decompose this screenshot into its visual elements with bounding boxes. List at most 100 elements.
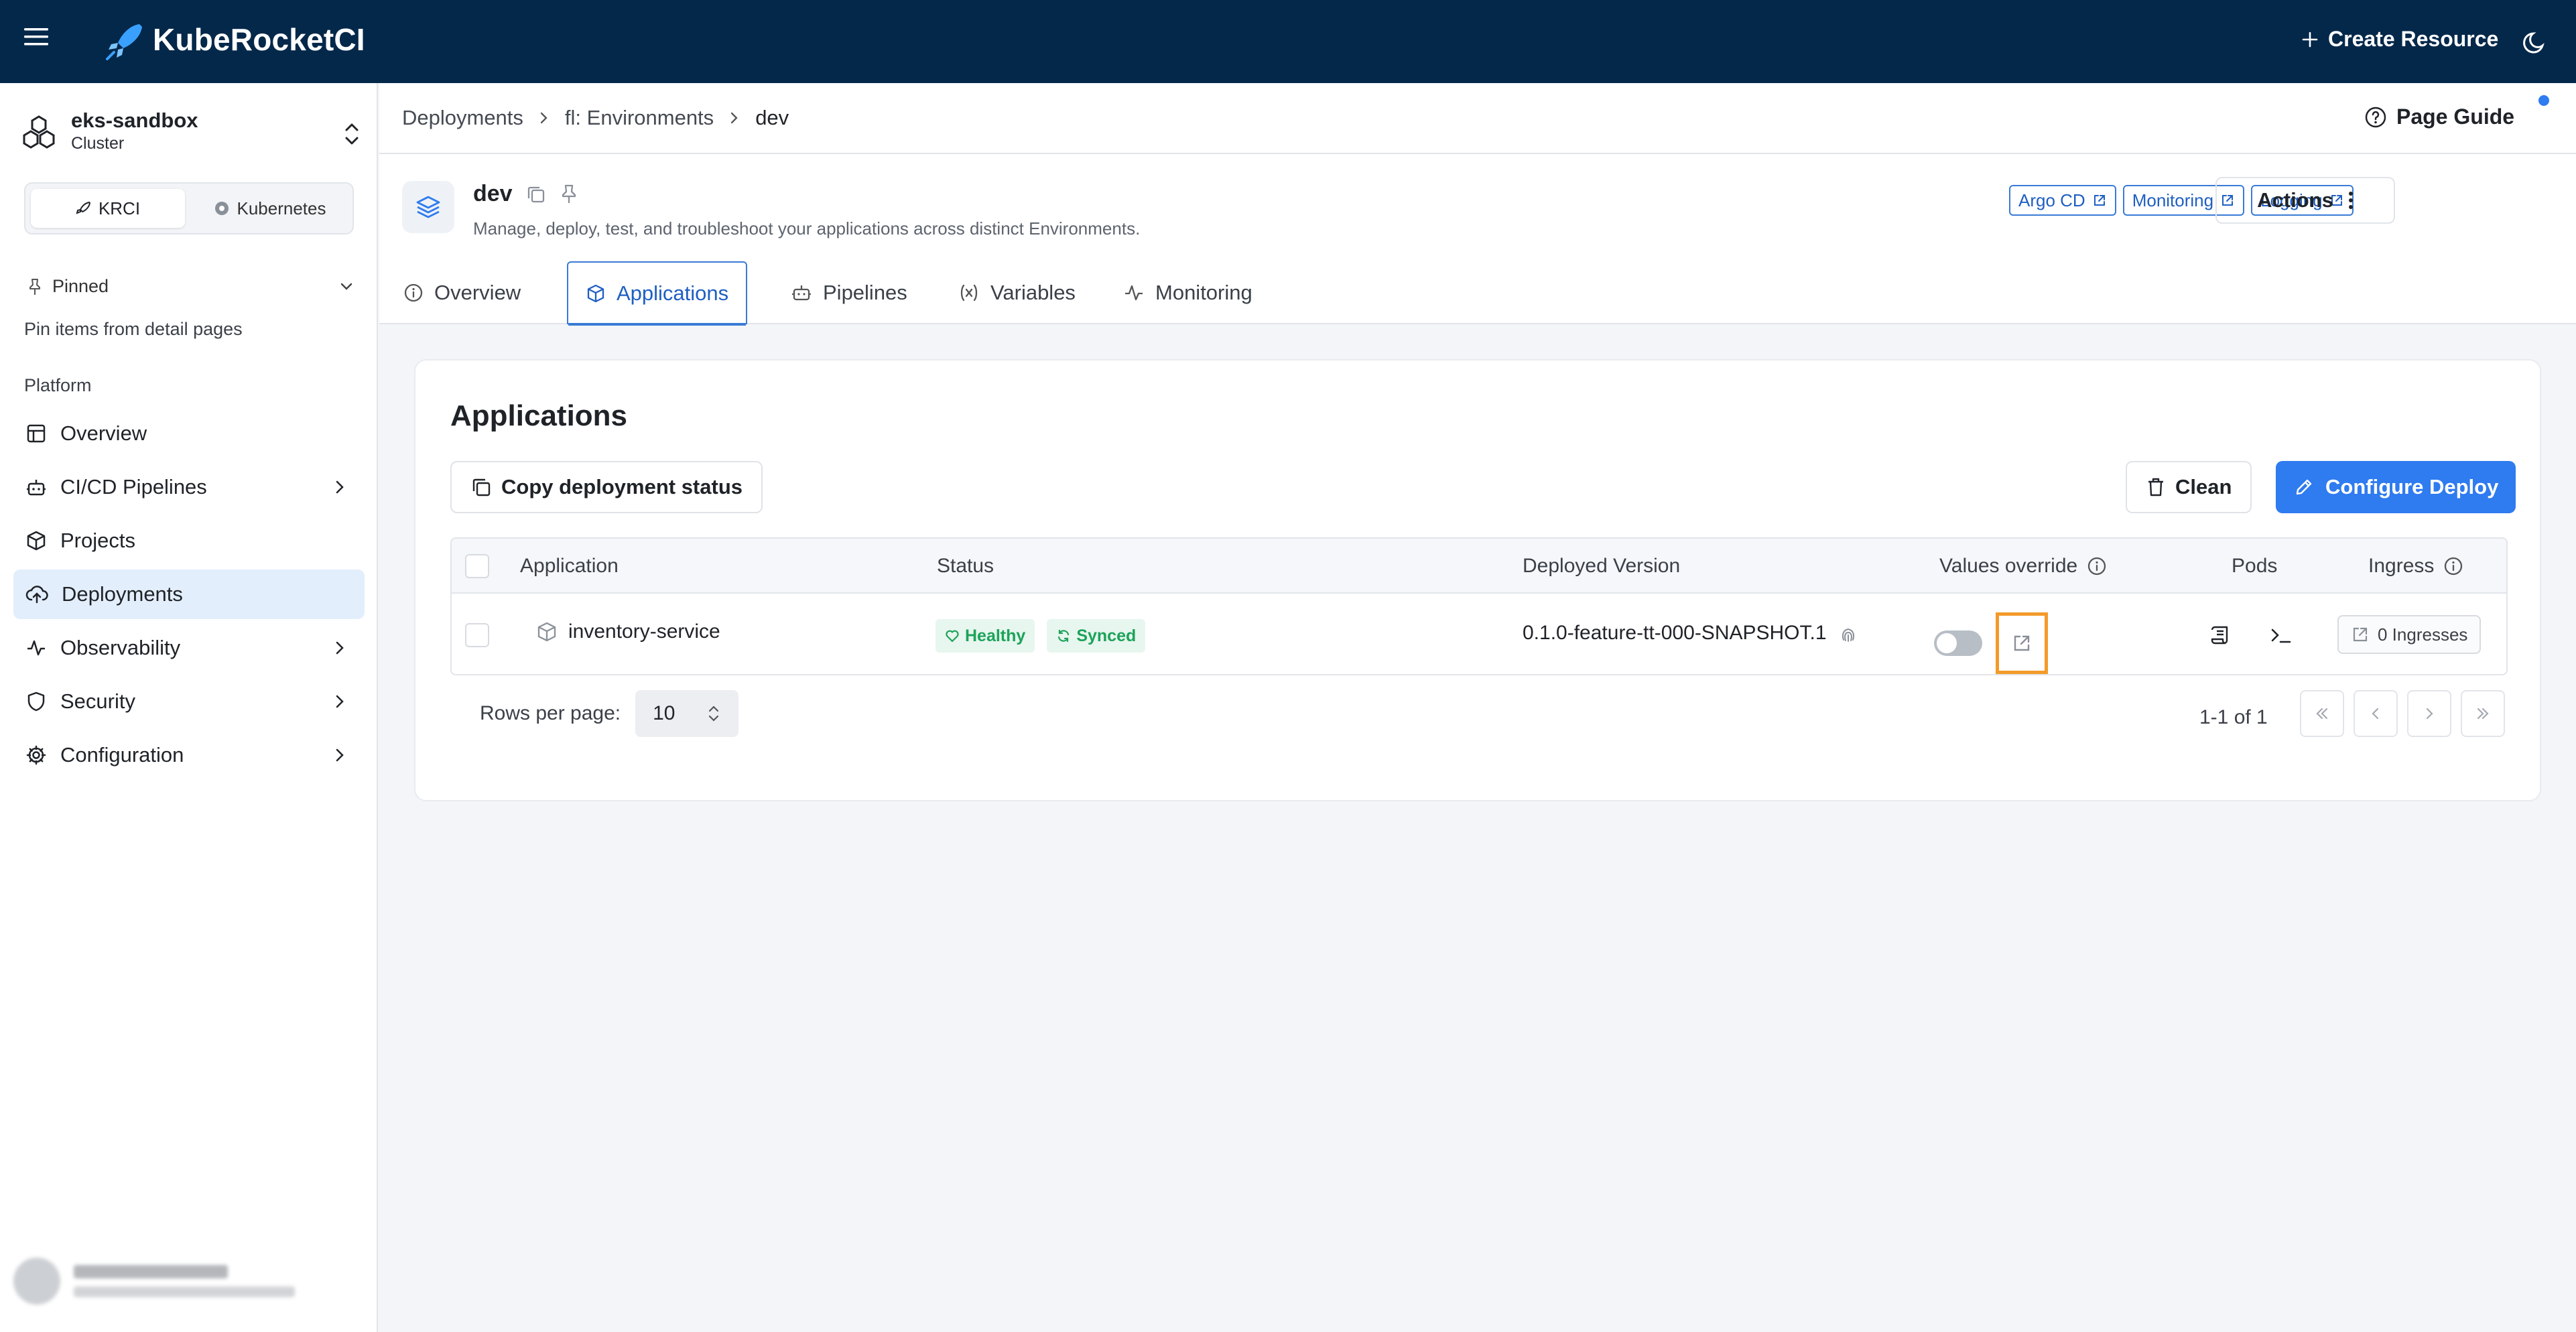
chevrons-right-icon — [2477, 708, 2489, 720]
activity-icon — [27, 640, 45, 656]
cloud-upload-icon — [25, 586, 48, 604]
previous-page-button[interactable] — [2354, 690, 2398, 737]
breadcrumb: Deployments fl: Environments dev — [402, 106, 789, 130]
table-header: Application Status Deployed Version Valu… — [452, 539, 2506, 594]
heart-icon — [946, 630, 959, 643]
chevron-right-icon — [336, 695, 344, 708]
tab-pipelines[interactable]: Pipelines — [773, 261, 925, 324]
values-override-edit-button[interactable] — [1996, 612, 2048, 674]
chevrons-left-icon — [2316, 708, 2328, 720]
applications-table: Application Status Deployed Version Valu… — [450, 537, 2508, 675]
help-circle-icon — [2365, 107, 2386, 127]
sidebar-item-security[interactable]: Security — [13, 677, 365, 726]
box-icon — [537, 622, 556, 642]
cluster-name[interactable]: eks-sandbox — [71, 109, 198, 133]
create-resource-button[interactable]: Create Resource — [2301, 27, 2498, 52]
plus-icon — [2302, 31, 2318, 47]
tab-applications[interactable]: Applications — [567, 261, 748, 326]
more-vertical-icon — [2348, 192, 2353, 209]
mode-kubernetes-button[interactable]: Kubernetes — [190, 189, 348, 228]
external-link-icon — [2014, 635, 2030, 651]
configure-deploy-button[interactable]: Configure Deploy — [2276, 461, 2516, 513]
deployed-version: 0.1.0-feature-tt-000-SNAPSHOT.1 — [1523, 622, 1827, 644]
pinned-hint: Pin items from detail pages — [24, 319, 243, 339]
copy-icon — [472, 478, 491, 496]
clean-button[interactable]: Clean — [2126, 461, 2252, 513]
values-override-cell — [1934, 612, 2048, 674]
external-link-icon — [2094, 195, 2105, 206]
select-all-checkbox[interactable] — [465, 554, 489, 578]
health-badge: Healthy — [936, 619, 1035, 653]
copy-icon[interactable] — [526, 184, 546, 204]
user-profile[interactable] — [7, 1249, 362, 1313]
argocd-link[interactable]: Argo CD — [2009, 185, 2116, 216]
breadcrumb-deployments[interactable]: Deployments — [402, 106, 523, 130]
pin-icon — [29, 278, 40, 295]
column-application[interactable]: Application — [520, 539, 619, 594]
chevron-right-icon — [2426, 708, 2433, 720]
rows-per-page-select[interactable]: 10 — [635, 690, 739, 737]
terminal-icon[interactable] — [2269, 623, 2293, 647]
activity-icon — [1125, 285, 1143, 301]
refresh-icon — [1058, 629, 1070, 643]
breadcrumb-bar: Deployments fl: Environments dev Page Gu… — [379, 83, 2576, 154]
sidebar-item-deployments[interactable]: Deployments — [13, 570, 365, 619]
chevrons-up-down-icon[interactable] — [342, 121, 362, 147]
box-icon — [587, 284, 604, 303]
pagination-range: 1-1 of 1 — [2199, 706, 2268, 728]
sidebar-item-configuration[interactable]: Configuration — [13, 730, 365, 780]
info-icon[interactable] — [2443, 556, 2463, 576]
menu-icon[interactable] — [24, 27, 48, 47]
tab-variables[interactable]: Variables — [941, 261, 1093, 324]
logs-icon[interactable] — [2209, 623, 2233, 647]
tab-overview[interactable]: Overview — [386, 261, 538, 324]
last-page-button[interactable] — [2461, 690, 2505, 737]
fingerprint-icon[interactable] — [1838, 622, 1859, 644]
ingresses-button[interactable]: 0 Ingresses — [2337, 615, 2482, 654]
pencil-icon — [2296, 479, 2312, 495]
info-icon — [404, 283, 423, 302]
first-page-button[interactable] — [2300, 690, 2344, 737]
values-override-toggle[interactable] — [1934, 630, 1982, 656]
brand-name[interactable]: KubeRocketCI — [153, 21, 365, 58]
page-description: Manage, deploy, test, and troubleshoot y… — [473, 218, 1141, 239]
chevron-right-icon — [336, 748, 344, 762]
sidebar-item-observability[interactable]: Observability — [13, 623, 365, 673]
chevron-right-icon — [336, 480, 344, 494]
mode-krci-button[interactable]: KRCI — [31, 189, 185, 228]
next-page-button[interactable] — [2407, 690, 2451, 737]
breadcrumb-current: dev — [755, 106, 789, 129]
breadcrumb-environments[interactable]: fl: Environments — [565, 106, 714, 130]
chevron-right-icon — [336, 641, 344, 655]
external-link-icon — [2353, 627, 2368, 642]
sidebar-item-overview[interactable]: Overview — [13, 409, 365, 458]
sidebar-item-cicd-pipelines[interactable]: CI/CD Pipelines — [13, 462, 365, 512]
status-cell: Healthy Synced — [936, 619, 1146, 653]
application-name[interactable]: inventory-service — [568, 620, 720, 643]
chevrons-up-down-icon — [709, 706, 719, 722]
row-checkbox[interactable] — [465, 623, 489, 647]
pin-icon[interactable] — [560, 184, 578, 205]
sidebar-item-projects[interactable]: Projects — [13, 516, 365, 565]
notification-dot — [2538, 95, 2549, 106]
sidebar: eks-sandbox Cluster KRCI Kubernetes Pinn… — [0, 83, 378, 1332]
section-title: Applications — [450, 399, 628, 432]
moon-icon[interactable] — [2522, 28, 2549, 55]
rocket-icon — [76, 201, 91, 214]
top-bar: KubeRocketCI Create Resource — [0, 0, 2576, 83]
chevron-left-icon — [2372, 708, 2379, 720]
shield-icon — [27, 691, 45, 712]
section-platform: Platform — [24, 375, 92, 395]
copy-deployment-status-button[interactable]: Copy deployment status — [450, 461, 763, 513]
column-ingress: Ingress — [2368, 539, 2463, 594]
layers-icon — [402, 181, 454, 233]
column-values-override: Values override — [1939, 539, 2107, 594]
tab-monitoring[interactable]: Monitoring — [1106, 261, 1270, 324]
actions-button[interactable]: Actions — [2215, 177, 2395, 224]
application-cell: inventory-service — [536, 620, 720, 643]
pinned-section-toggle[interactable]: Pinned — [27, 276, 355, 297]
page-guide-button[interactable]: Page Guide — [2364, 105, 2514, 129]
info-icon[interactable] — [2087, 556, 2107, 576]
column-status[interactable]: Status — [937, 539, 994, 594]
column-deployed-version[interactable]: Deployed Version — [1523, 539, 1680, 594]
